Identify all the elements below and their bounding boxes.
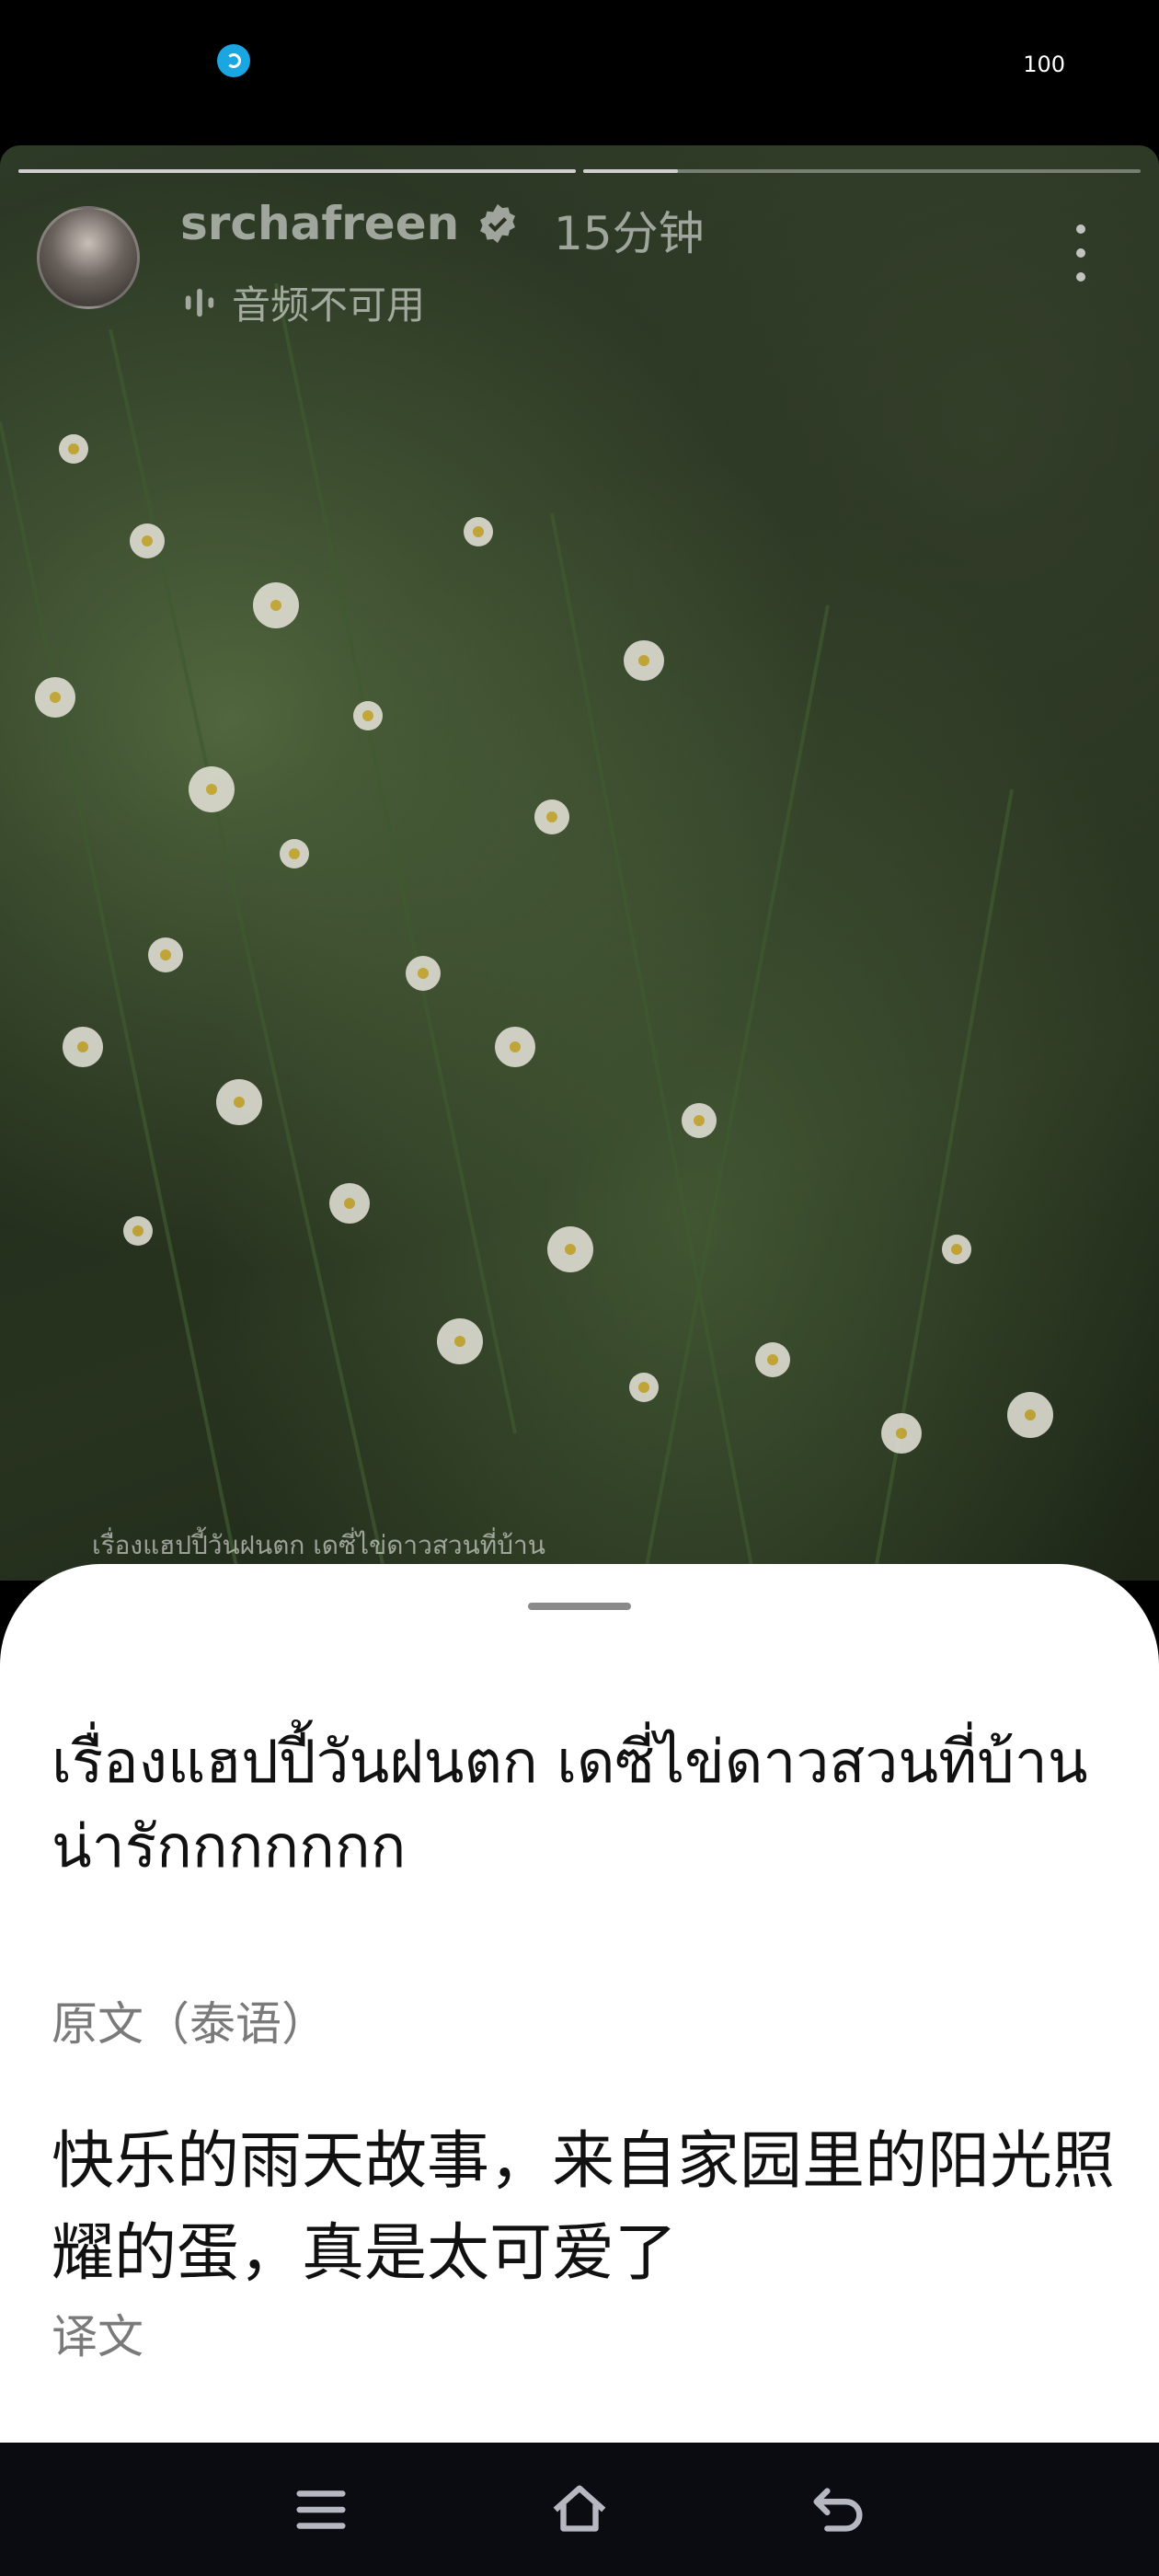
original-label: 原文（泰语） [52,1997,327,2051]
story-progress-2-fill [583,169,679,173]
translation-sheet: เรื่องแฮปปี้วันฝนตก เดซี่ไข่ดาวสวนที่บ้า… [0,1564,1159,2443]
status-bar: 100 [0,0,1159,115]
avatar[interactable] [37,206,140,309]
navigation-bar [0,2443,1159,2576]
translation-label: 译文 [52,2310,143,2363]
menu-icon[interactable] [289,2478,353,2542]
audio-bars-icon [185,288,214,316]
story-progress-1-fill [18,169,576,173]
original-text: เรื่องแฮปปี้วันฝนตก เดซี่ไข่ดาวสวนที่บ้า… [52,1729,1088,1881]
story-caption: เรื่องแฮปปี้วันฝนตก เดซี่ไข่ดาวสวนที่บ้า… [92,1530,545,1560]
battery-level: 100 [1023,52,1065,77]
browser-swirl-icon [217,44,250,77]
more-vert-icon[interactable] [1067,224,1095,293]
back-icon[interactable] [806,2478,870,2542]
username[interactable]: srchafreen [180,197,459,250]
audio-status: 音频不可用 [182,274,425,330]
verified-icon [480,203,515,244]
drag-handle[interactable] [528,1603,631,1610]
story-photo-daisies [0,282,1053,1581]
home-icon[interactable] [547,2478,612,2542]
story-progress-2 [583,169,1141,173]
translation-text: 快乐的雨天故事，来自家园里的阳光照耀的蛋，真是太可爱了 [52,2125,1116,2290]
audio-status-label: 音频不可用 [232,282,426,328]
time-ago: 15分钟 [554,207,705,260]
story-viewer[interactable]: srchafreen 15分钟 音频不可用 เรื่องแฮปปี้วันฝนต… [0,145,1159,1581]
story-progress-1 [18,169,576,173]
